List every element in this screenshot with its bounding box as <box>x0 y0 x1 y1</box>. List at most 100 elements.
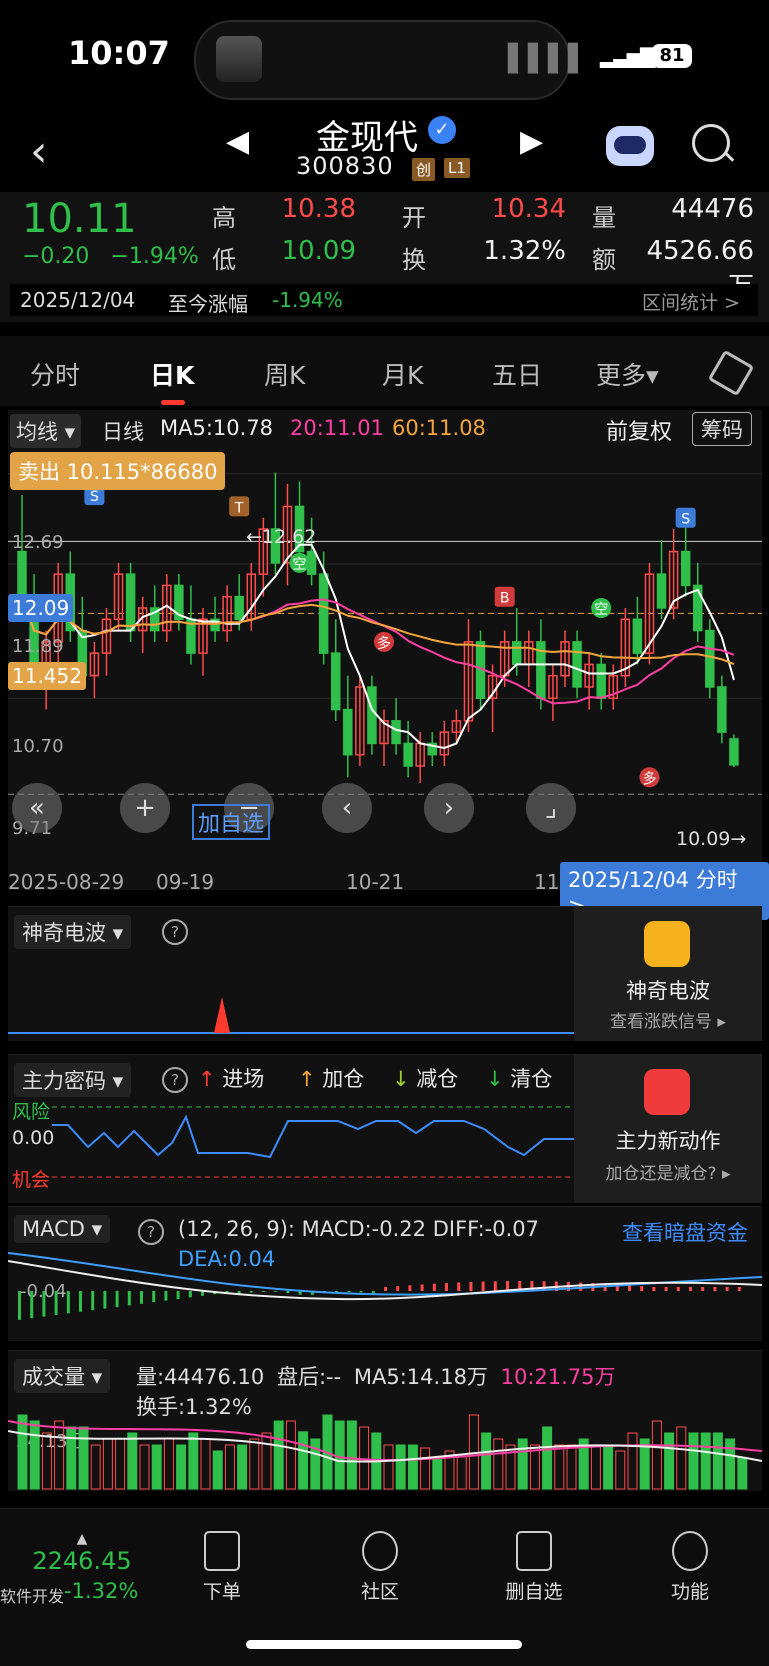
help-icon[interactable]: ? <box>162 919 188 945</box>
tab-five-day[interactable]: 五日 <box>492 356 542 392</box>
help-icon[interactable]: ? <box>162 1067 188 1093</box>
volume-bar <box>66 1426 77 1490</box>
tab-daily[interactable]: 日K <box>150 356 194 392</box>
dynamic-island[interactable]: ▌▌▌▌ <box>194 20 588 100</box>
wave-selector[interactable]: 神奇电波 ▾ <box>14 915 132 949</box>
dark-pool-link[interactable]: 查看暗盘资金 <box>622 1217 748 1247</box>
macd-bar <box>737 1287 741 1291</box>
signal-label: 空 <box>594 602 608 618</box>
mainforce-selector-label: 主力密码 <box>22 1069 106 1093</box>
candle-body <box>511 641 522 666</box>
search-icon[interactable] <box>692 124 730 162</box>
signal-label: 空 <box>293 557 307 573</box>
tab-monthly[interactable]: 月K <box>382 356 423 392</box>
volume-bar <box>688 1432 699 1490</box>
ma5-value: MA5:10.78 <box>160 416 274 440</box>
wave-spike <box>214 997 230 1033</box>
stock-header: ‹ ◀ 金现代 ✓ 300830 创 L1 ▶ <box>0 110 769 190</box>
nav-remove-watchlist[interactable]: 删自选 <box>484 1531 584 1604</box>
legend-enter-label: 进场 <box>222 1067 265 1091</box>
volume-bar <box>115 1438 126 1490</box>
macd-bar <box>396 1286 400 1291</box>
signal-label: S <box>90 489 99 505</box>
home-indicator <box>246 1640 522 1649</box>
index-quote[interactable]: ▲ 2246.45 <box>22 1531 142 1575</box>
back-icon[interactable]: ‹ <box>30 126 48 177</box>
macd-bar <box>493 1281 497 1291</box>
nav-community[interactable]: 社区 <box>330 1531 430 1604</box>
active-tab-indicator <box>161 400 185 405</box>
legend-reduce: ↓ 减仓 <box>392 1067 459 1091</box>
volume-bar <box>273 1420 284 1490</box>
nav-community-label: 社区 <box>360 1581 399 1603</box>
price-tag-cost: 11.452 <box>8 662 86 690</box>
tab-weekly[interactable]: 周K <box>264 356 305 392</box>
volume-value: 44476 <box>671 194 754 224</box>
y-label-1: 12.69 <box>12 532 64 553</box>
signal-label: B <box>500 591 510 607</box>
legend-clear: ↓ 清仓 <box>486 1067 553 1091</box>
period-tabs: 分时 日K 周K 月K 五日 更多▾ <box>0 336 769 406</box>
macd-bar <box>274 1291 278 1292</box>
tab-more[interactable]: 更多▾ <box>596 356 659 392</box>
adjust-mode[interactable]: 前复权 <box>606 414 672 446</box>
tab-fenshi[interactable]: 分时 <box>30 356 80 392</box>
nav-order[interactable]: 下单 <box>172 1531 272 1604</box>
nav-functions[interactable]: 功能 <box>640 1531 740 1604</box>
macd-selector-label: MACD <box>22 1217 85 1241</box>
macd-selector[interactable]: MACD ▾ <box>14 1215 111 1243</box>
y-label-2: 11.89 <box>12 636 64 657</box>
macd-svg <box>8 1252 762 1320</box>
volume-bar <box>542 1426 553 1490</box>
scroll-left-icon[interactable]: « <box>12 783 62 833</box>
wave-panel: 神奇电波 ▾ ? 神奇电波 查看涨跌信号 ▸ <box>8 906 762 1041</box>
turnover-label: 换 <box>402 246 426 274</box>
x-label-1: 2025-08-29 <box>8 870 125 894</box>
vol-ma10-value: 10:21.75万 <box>500 1365 616 1389</box>
volume-bar <box>359 1426 370 1490</box>
x-label-3: 10-21 <box>346 870 405 894</box>
range-row[interactable]: 2025/12/04 至今涨幅 -1.94% 区间统计 > <box>10 284 758 316</box>
range-stat-link[interactable]: 区间统计 > <box>642 288 740 315</box>
mainforce-card[interactable]: 主力新动作 加仓还是减仓? ▸ <box>574 1055 762 1203</box>
low-label: 低 <box>212 246 236 274</box>
macd-bar <box>79 1291 82 1312</box>
wave-card[interactable]: 神奇电波 查看涨跌信号 ▸ <box>574 907 762 1041</box>
volume-bar <box>90 1444 101 1490</box>
legend-clear-label: 清仓 <box>510 1067 553 1091</box>
volume-bar <box>212 1450 223 1490</box>
intraday-date: 2025/12/04 <box>568 868 690 892</box>
volume-bar <box>432 1456 443 1490</box>
step-right-icon[interactable]: › <box>424 783 474 833</box>
ma20-value: 20:11.01 <box>290 416 384 440</box>
nav-remove-label: 删自选 <box>505 1581 563 1603</box>
macd-bar <box>689 1287 692 1291</box>
wave-card-icon <box>644 921 690 967</box>
mainforce-selector[interactable]: 主力密码 ▾ <box>14 1063 132 1097</box>
settings-icon[interactable] <box>707 349 755 397</box>
volume-bar <box>566 1444 577 1490</box>
candle-body <box>692 584 703 632</box>
volume-selector[interactable]: 成交量 ▾ <box>14 1359 111 1393</box>
media-thumbnail <box>216 36 262 82</box>
next-stock-icon[interactable]: ▶ <box>520 124 543 159</box>
candle-body <box>656 573 667 609</box>
volume-bar <box>651 1420 662 1490</box>
ma-selector[interactable]: 均线 ▾ <box>10 414 82 448</box>
legend-enter: ↑ 进场 <box>198 1067 265 1091</box>
help-icon[interactable]: ? <box>138 1219 164 1245</box>
macd-bar <box>481 1281 485 1291</box>
fullscreen-icon[interactable]: ⌟ <box>526 783 576 833</box>
robot-assistant-icon[interactable] <box>606 126 654 166</box>
sell-order-box[interactable]: 卖出 10.115*86680 <box>10 452 226 490</box>
candle-body <box>125 573 136 632</box>
volume-bar <box>603 1444 614 1490</box>
legend-reduce-label: 减仓 <box>416 1067 459 1091</box>
mainforce-svg <box>52 1106 574 1178</box>
zoom-in-icon[interactable]: + <box>120 783 170 833</box>
step-left-icon[interactable]: ‹ <box>322 783 372 833</box>
add-watchlist-button[interactable]: 加自选 <box>192 804 271 840</box>
chips-button[interactable]: 筹码 <box>692 412 752 446</box>
volume-bar <box>139 1444 150 1490</box>
prev-stock-icon[interactable]: ◀ <box>226 124 249 159</box>
